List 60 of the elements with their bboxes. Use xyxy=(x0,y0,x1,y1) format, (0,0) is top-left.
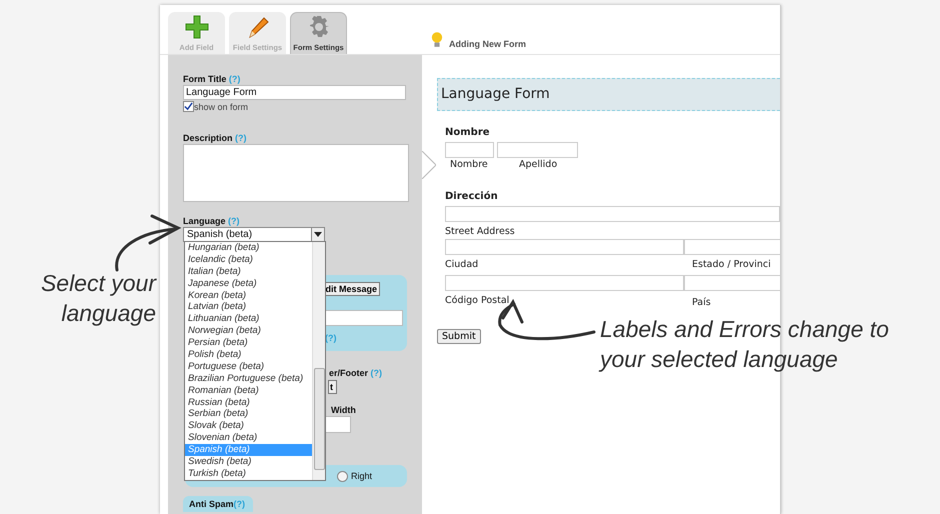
field-label: Width xyxy=(331,405,357,416)
curved-arrow xyxy=(115,214,182,272)
dropdown-option[interactable]: Turkish (beta) xyxy=(185,468,312,480)
postal-field[interactable] xyxy=(445,275,684,291)
pointer-icon xyxy=(422,151,436,179)
field-label: Form Title (?) xyxy=(183,74,242,85)
form-title: Language Form xyxy=(437,78,780,111)
edit-button[interactable]: t xyxy=(328,380,337,394)
dropdown-option[interactable]: Russian (beta) xyxy=(185,396,312,408)
state-field[interactable] xyxy=(684,239,780,255)
dropdown-option[interactable]: Japanese (beta) xyxy=(185,278,312,290)
sub-label: Estado / Provinci xyxy=(692,259,772,271)
dropdown-option[interactable]: Lithuanian (beta) xyxy=(185,313,312,326)
annotation-text: Labels and Errors change to your selected language xyxy=(600,315,889,374)
dropdown-option[interactable]: Icelandic (beta) xyxy=(185,254,312,266)
submit-button[interactable]: Submit xyxy=(437,329,481,344)
scrollbar[interactable] xyxy=(312,242,325,480)
dropdown-option[interactable]: Latvian (beta) xyxy=(185,301,312,314)
language-select[interactable]: Spanish (beta) xyxy=(183,227,325,242)
dropdown-option[interactable]: Italian (beta) xyxy=(185,266,312,278)
sub-label: Código Postal xyxy=(445,295,510,307)
last-name-field[interactable] xyxy=(497,142,578,158)
field-label: Dirección xyxy=(445,191,499,202)
field-label: Nombre xyxy=(445,127,491,138)
city-field[interactable] xyxy=(445,239,684,255)
country-field[interactable] xyxy=(684,275,780,291)
dropdown-option[interactable]: Hungarian (beta) xyxy=(185,242,312,254)
dropdown-option[interactable]: Romanian (beta) xyxy=(185,384,312,397)
first-name-field[interactable] xyxy=(445,142,494,158)
dropdown-option[interactable]: Polish (beta) xyxy=(185,349,312,361)
checkbox[interactable] xyxy=(183,101,194,112)
checkbox-label: show on form xyxy=(194,102,248,112)
dropdown-option[interactable]: Brazilian Portuguese (beta) xyxy=(185,372,312,385)
dropdown-option[interactable]: Slovak (beta) xyxy=(185,420,312,432)
dropdown-option[interactable]: Persian (beta) xyxy=(185,337,312,350)
dropdown-option[interactable]: Portuguese (beta) xyxy=(185,360,312,373)
sub-label: País xyxy=(692,297,712,309)
dropdown-option[interactable]: Serbian (beta) xyxy=(185,408,312,420)
dropdown-option[interactable]: Slovenian (beta) xyxy=(185,432,312,444)
lightbulb-icon xyxy=(431,31,443,49)
field-label: Description (?) xyxy=(183,133,248,144)
radio-button[interactable] xyxy=(337,470,348,482)
sub-label: Nombre xyxy=(450,159,489,170)
dropdown-option[interactable]: Swedish (beta) xyxy=(185,456,312,468)
radio-label: Right xyxy=(351,471,372,481)
sub-label: Ciudad xyxy=(445,259,480,271)
description-field[interactable] xyxy=(183,144,409,202)
dropdown-option[interactable]: Korean (beta) xyxy=(185,290,312,302)
status-text: Adding New Form xyxy=(449,39,526,49)
field-label: Language (?) xyxy=(183,216,241,227)
caret-icon xyxy=(314,232,322,237)
sub-label: Street Address xyxy=(445,226,516,238)
title-field[interactable]: Language Form xyxy=(183,85,406,100)
field-label: er/Footer (?) xyxy=(329,368,384,379)
section-tab[interactable]: Anti Spam(?) xyxy=(183,496,253,512)
annotation-text: Select your language xyxy=(40,269,156,328)
sub-label: Apellido xyxy=(519,159,558,170)
plus-icon xyxy=(184,15,208,39)
dropdown-option[interactable]: Norwegian (beta) xyxy=(185,325,312,338)
street-field[interactable] xyxy=(445,206,780,222)
